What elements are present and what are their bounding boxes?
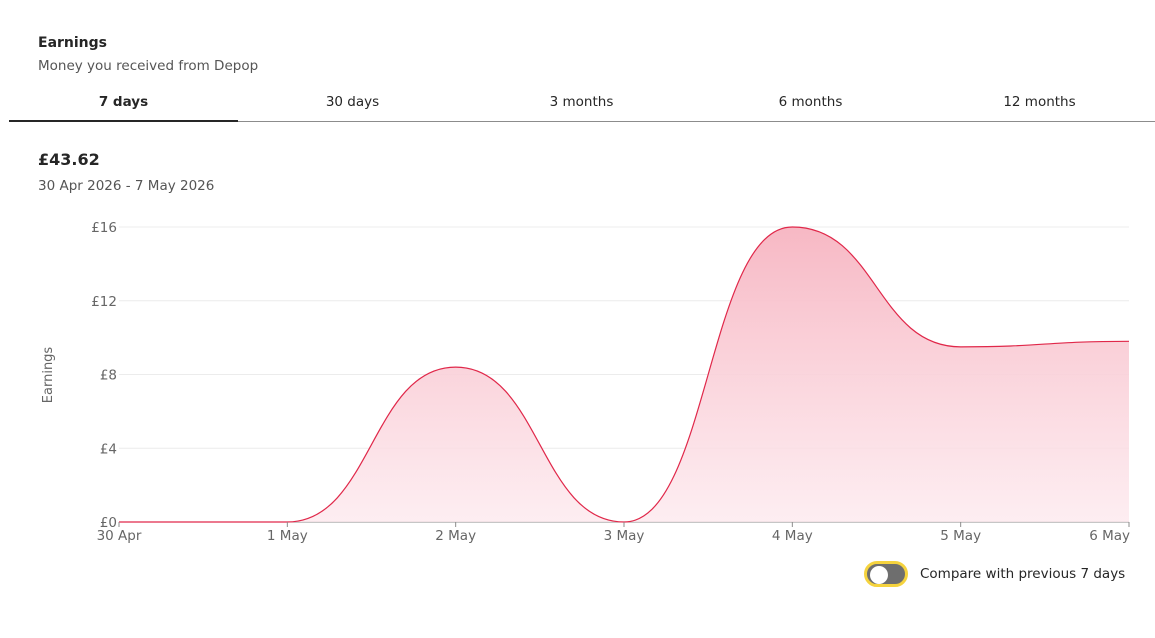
compare-toggle[interactable] [864, 561, 908, 587]
period-tabs: 7 days 30 days 3 months 6 months 12 mont… [9, 88, 1155, 122]
y-axis-label: Earnings [41, 347, 56, 404]
compare-toggle-row: Compare with previous 7 days [864, 561, 1125, 587]
earnings-subtitle: Money you received from Depop [38, 58, 259, 74]
x-tick-label: 2 May [435, 528, 476, 544]
tab-30-days[interactable]: 30 days [238, 88, 467, 121]
date-range: 30 Apr 2026 - 7 May 2026 [38, 178, 215, 194]
tab-6-months[interactable]: 6 months [696, 88, 925, 121]
y-tick-label: £12 [91, 294, 117, 310]
x-tick-label: 6 May [1089, 528, 1130, 544]
x-tick-label: 1 May [267, 528, 308, 544]
x-tick-label: 5 May [940, 528, 981, 544]
x-tick-label: 30 Apr [97, 528, 142, 544]
y-tick-label: £8 [100, 368, 117, 384]
earnings-chart: £0£4£8£12£16 30 Apr 1 May 2 May 3 May 4 May 5… [41, 220, 1130, 544]
earnings-title: Earnings [38, 35, 108, 51]
y-tick-label: £4 [100, 441, 117, 457]
tab-3-months[interactable]: 3 months [467, 88, 696, 121]
tab-12-months[interactable]: 12 months [925, 88, 1154, 121]
tab-7-days[interactable]: 7 days [9, 88, 238, 122]
y-tick-label: £16 [91, 220, 117, 236]
x-tick-label: 3 May [604, 528, 645, 544]
toggle-knob [870, 566, 888, 584]
total-earnings: £43.62 [38, 150, 100, 169]
x-tick-label: 4 May [772, 528, 813, 544]
compare-label: Compare with previous 7 days [920, 566, 1126, 582]
